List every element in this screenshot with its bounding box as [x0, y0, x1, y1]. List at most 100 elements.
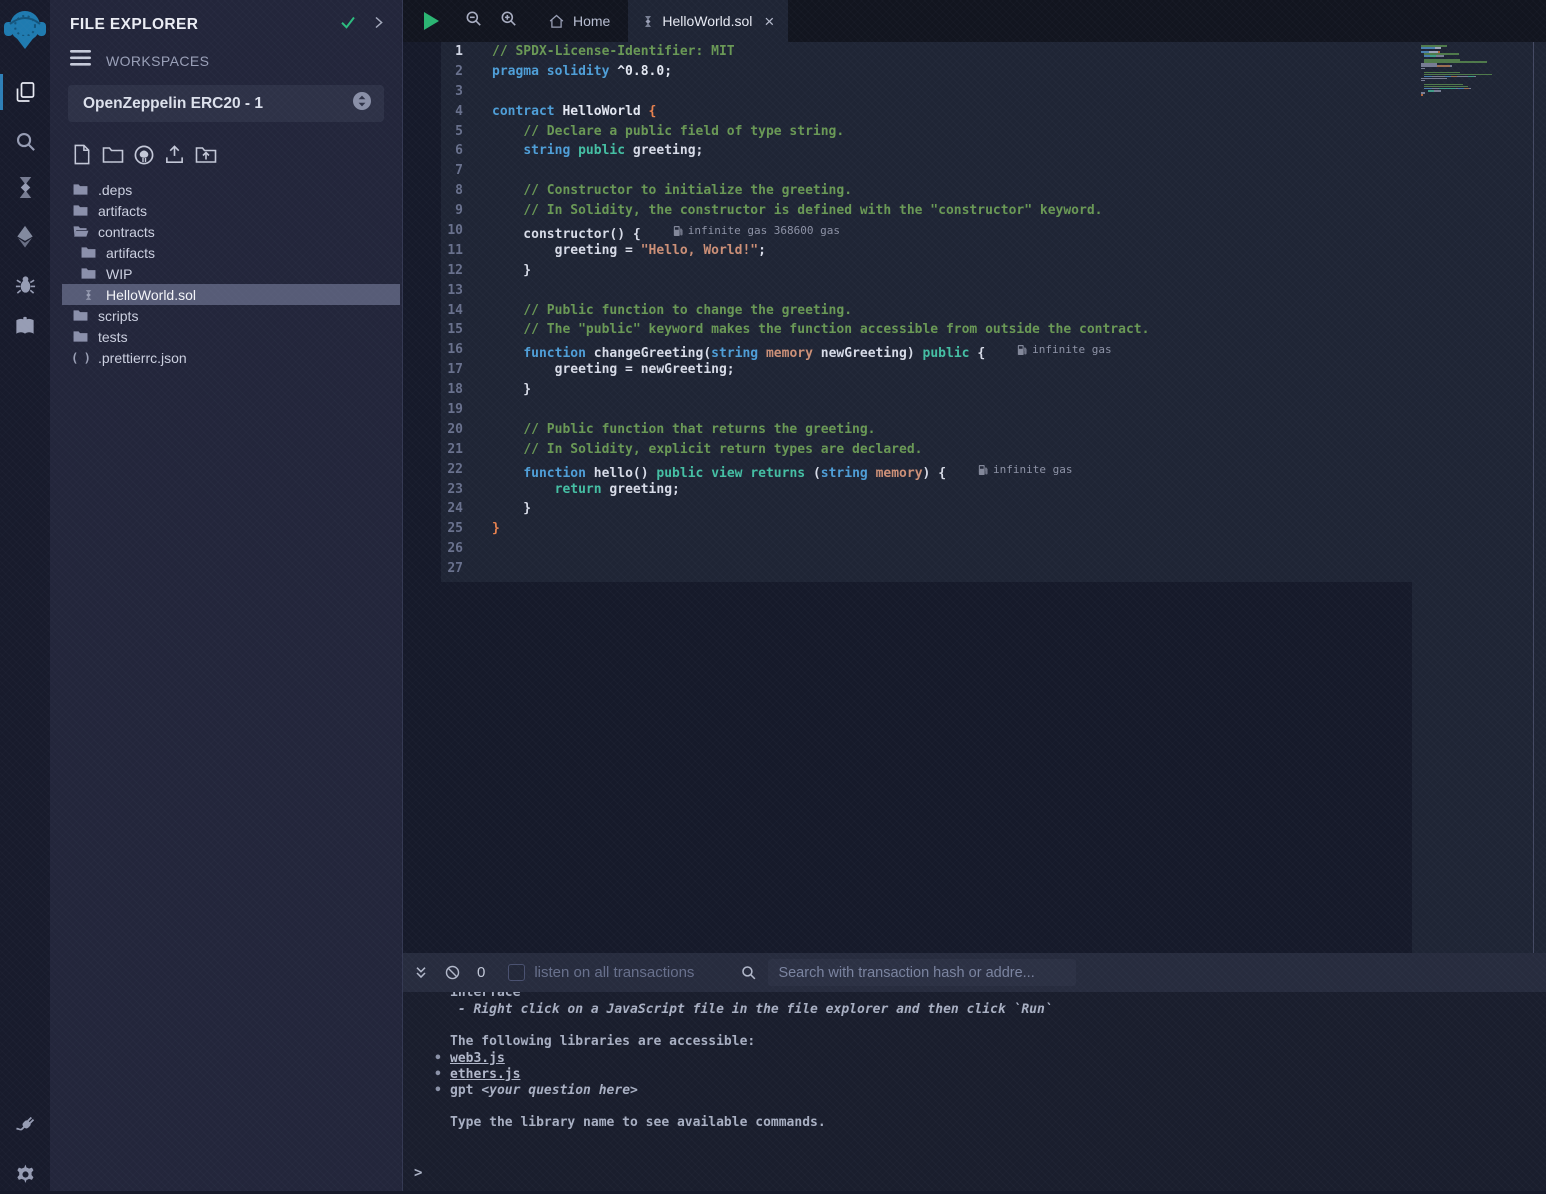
ethereum-icon: [13, 224, 37, 249]
workspaces-menu-icon[interactable]: [70, 50, 91, 71]
editor-tabbar: Home HelloWorld.sol ×: [403, 0, 1546, 42]
folder-icon: [80, 267, 97, 280]
chevron-right-icon[interactable]: [371, 15, 386, 35]
terminal-line: •gpt <your question here>: [450, 1083, 1546, 1099]
book-icon: [13, 315, 37, 338]
code-line: function changeGreeting(string memory ne…: [492, 340, 1149, 360]
file-explorer-panel: FILE EXPLORER WORKSPACES OpenZeppelin ER…: [50, 0, 403, 1191]
close-icon[interactable]: ×: [764, 13, 774, 30]
code-lines: // SPDX-License-Identifier: MITpragma so…: [492, 42, 1149, 579]
tree-item-contracts[interactable]: contracts: [62, 221, 400, 242]
folder-icon: [72, 183, 89, 196]
code-line: }: [492, 519, 1149, 539]
terminal-line: [450, 1099, 1546, 1115]
code-line: [492, 539, 1149, 559]
clone-github-icon[interactable]: [132, 143, 155, 166]
remix-logo-icon[interactable]: [2, 4, 48, 54]
terminal-line: Type the library name to see available c…: [450, 1115, 1546, 1131]
folder-open-icon: [72, 225, 89, 238]
solidity-compiler-icon: [14, 175, 37, 200]
tree-item-label: scripts: [98, 308, 138, 324]
sidebar-item-solidity-compiler[interactable]: [0, 167, 50, 207]
collapse-terminal-icon[interactable]: [413, 965, 429, 981]
code-line: // SPDX-License-Identifier: MIT: [492, 42, 1149, 62]
terminal-line: •ethers.js: [450, 1067, 1546, 1083]
sidebar-item-learneth[interactable]: [0, 306, 50, 346]
code-line: // Public function to change the greetin…: [492, 301, 1149, 321]
terminal-search-input[interactable]: [768, 959, 1076, 986]
updown-circle-icon: [352, 91, 372, 116]
bug-icon: [14, 273, 37, 296]
home-icon: [548, 13, 565, 30]
tree-item-label: tests: [98, 329, 128, 345]
code-line: // Declare a public field of type string…: [492, 122, 1149, 142]
code-line: constructor() {infinite gas 368600 gas: [492, 221, 1149, 241]
code-line: [492, 559, 1149, 579]
new-folder-icon[interactable]: [101, 143, 124, 166]
terminal-link[interactable]: ethers.js: [450, 1067, 520, 1082]
panel-title: FILE EXPLORER: [70, 16, 339, 34]
workspace-select[interactable]: OpenZeppelin ERC20 - 1: [68, 85, 384, 122]
tab-home[interactable]: Home: [530, 0, 628, 42]
code-line: // Public function that returns the gree…: [492, 420, 1149, 440]
code-line: string public greeting;: [492, 141, 1149, 161]
tree-item-artifacts[interactable]: artifacts: [62, 242, 400, 263]
code-line: [492, 281, 1149, 301]
sidebar-item-settings[interactable]: [0, 1154, 50, 1194]
code-line: return greeting;: [492, 480, 1149, 500]
sidebar-item-deploy-and-run[interactable]: [0, 216, 50, 256]
listen-transactions-checkbox[interactable]: [508, 964, 525, 981]
tree-item-scripts[interactable]: scripts: [62, 305, 400, 326]
tree-item-helloworld-sol[interactable]: HelloWorld.sol: [62, 284, 400, 305]
search-icon: [14, 130, 37, 153]
tree-item-label: contracts: [98, 224, 155, 240]
workspaces-label: WORKSPACES: [106, 53, 209, 69]
code-line: [492, 400, 1149, 420]
terminal-prompt[interactable]: >: [414, 1165, 422, 1181]
zoom-in-icon[interactable]: [499, 9, 518, 33]
tree-item-wip[interactable]: WIP: [62, 263, 400, 284]
tree-item--prettierrc-json[interactable]: ( ).prettierrc.json: [62, 347, 400, 368]
terminal-search-icon: [740, 964, 757, 981]
listen-transactions-label: listen on all transactions: [534, 964, 694, 981]
code-editor[interactable]: 1234567891011121314151617181920212223242…: [403, 42, 1546, 953]
transaction-count-badge: 0: [477, 964, 485, 981]
tree-item-label: artifacts: [106, 245, 155, 261]
code-line: // In Solidity, the constructor is defin…: [492, 201, 1149, 221]
editor-area: Home HelloWorld.sol × 123456789101112131…: [403, 0, 1546, 953]
clear-console-icon[interactable]: [444, 964, 461, 981]
tree-item-artifacts[interactable]: artifacts: [62, 200, 400, 221]
tree-item-label: HelloWorld.sol: [106, 287, 196, 303]
check-icon: [339, 13, 357, 36]
sidebar-item-search[interactable]: [0, 121, 50, 161]
zoom-out-icon[interactable]: [464, 9, 483, 33]
terminal-line: [450, 1018, 1546, 1034]
new-file-icon[interactable]: [70, 143, 93, 166]
terminal-panel: 0 listen on all transactions interface -…: [403, 953, 1546, 1191]
activity-bar: [0, 0, 50, 1191]
code-line: }: [492, 380, 1149, 400]
code-line: }: [492, 261, 1149, 281]
code-line: // Constructor to initialize the greetin…: [492, 181, 1149, 201]
upload-folder-icon[interactable]: [194, 143, 217, 166]
upload-file-icon[interactable]: [163, 143, 186, 166]
code-line: pragma solidity ^0.8.0;: [492, 62, 1149, 82]
terminal-line: interface: [450, 992, 1546, 1002]
folder-icon: [72, 204, 89, 217]
sidebar-item-file-explorer[interactable]: [0, 72, 50, 112]
terminal-link[interactable]: web3.js: [450, 1051, 505, 1066]
terminal-line: - Right click on a JavaScript file in th…: [450, 1002, 1546, 1018]
tab-helloworld-sol[interactable]: HelloWorld.sol ×: [628, 0, 788, 42]
tree-item-label: artifacts: [98, 203, 147, 219]
terminal-line: The following libraries are accessible:: [450, 1034, 1546, 1050]
code-line: contract HelloWorld {: [492, 102, 1149, 122]
minimap[interactable]: [1412, 42, 1546, 953]
tree-item--deps[interactable]: .deps: [62, 179, 400, 200]
sidebar-item-plugin-manager[interactable]: [0, 1106, 50, 1146]
tree-item-tests[interactable]: tests: [62, 326, 400, 347]
minimap-divider: [1533, 42, 1534, 953]
file-explorer-icon: [13, 80, 37, 104]
sidebar-item-debugger[interactable]: [0, 264, 50, 304]
run-script-button[interactable]: [424, 12, 439, 30]
gas-estimate-badge: infinite gas 368600 gas: [673, 221, 840, 241]
